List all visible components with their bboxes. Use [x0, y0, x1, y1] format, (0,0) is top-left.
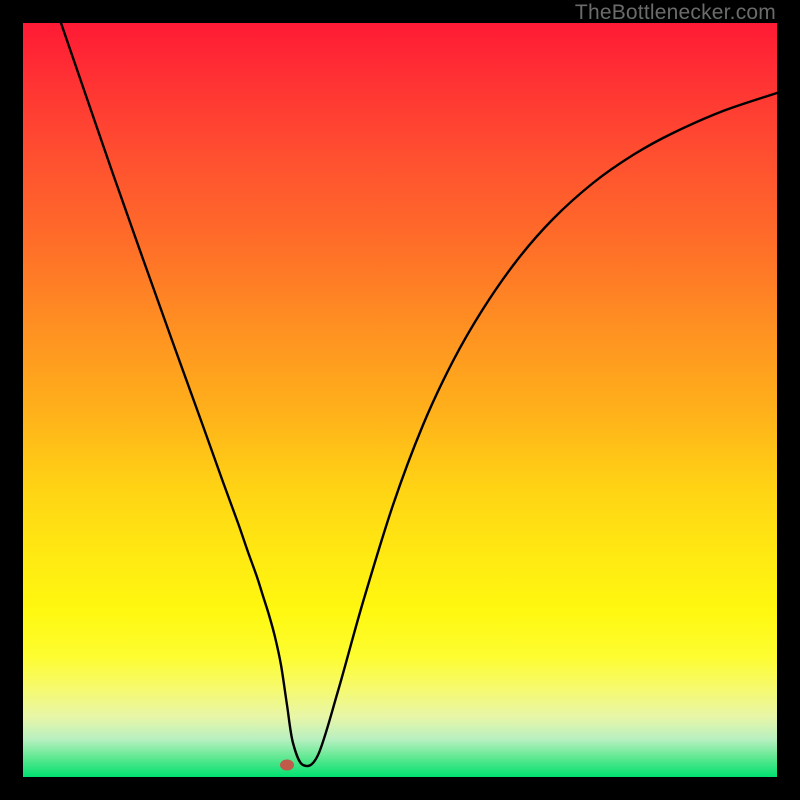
bottleneck-curve-svg	[23, 23, 777, 777]
bottleneck-curve-path	[61, 23, 777, 766]
optimal-point-marker	[280, 759, 294, 770]
watermark-text: TheBottlenecker.com	[575, 1, 776, 25]
chart-plot-area	[23, 23, 777, 777]
